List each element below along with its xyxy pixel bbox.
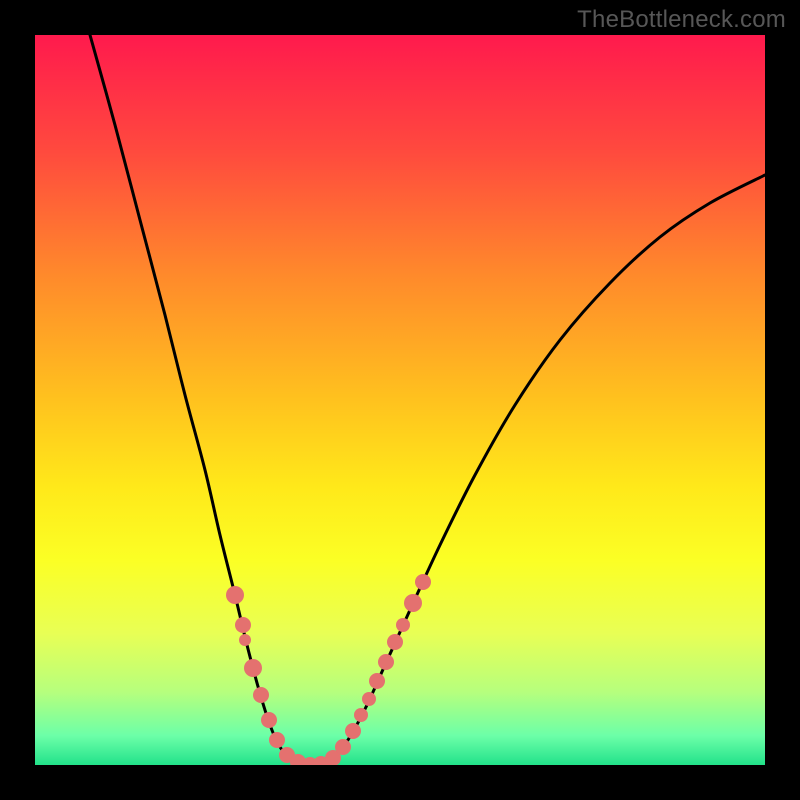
marker-dot [235,617,251,633]
marker-dot [396,618,410,632]
marker-dot [369,673,385,689]
marker-dot [226,586,244,604]
marker-dot [335,739,351,755]
marker-dot [387,634,403,650]
marker-dot [354,708,368,722]
watermark-text: TheBottleneck.com [577,6,786,34]
plot-area [35,35,765,765]
marker-dot [239,634,251,646]
bottleneck-chart [35,35,765,765]
marker-dot [269,732,285,748]
heat-gradient-background [35,35,765,765]
marker-dot [415,574,431,590]
marker-dot [253,687,269,703]
marker-dot [362,692,376,706]
marker-dot [378,654,394,670]
marker-dot [404,594,422,612]
marker-dot [244,659,262,677]
marker-dot [261,712,277,728]
chart-frame: TheBottleneck.com [0,0,800,800]
marker-dot [345,723,361,739]
